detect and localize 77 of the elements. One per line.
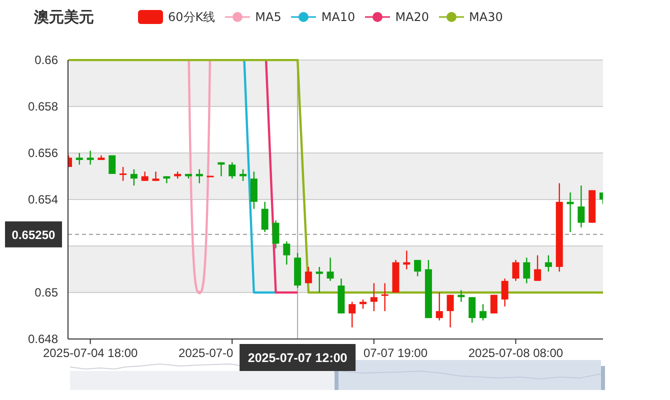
candle-body <box>392 262 400 292</box>
candle-body <box>468 297 476 318</box>
axis-label: 0.66 <box>34 53 58 67</box>
candle-body <box>588 190 596 223</box>
candle-wick <box>548 255 550 272</box>
candle-wick <box>482 304 484 320</box>
candle-wick <box>352 302 353 328</box>
zoom-handle[interactable] <box>334 371 338 390</box>
candle-body <box>512 262 520 279</box>
chart-title: 澳元美元 <box>34 8 94 26</box>
axis-label: 0.656 <box>28 146 58 160</box>
candle-body <box>544 262 552 267</box>
candle-wick <box>220 162 222 176</box>
legend-item[interactable]: 60分K线 <box>168 8 216 26</box>
candle-wick <box>286 241 288 265</box>
candle-body <box>458 294 465 298</box>
candle-wick <box>460 290 462 302</box>
candle-wick <box>122 166 124 181</box>
candle-wick <box>78 153 80 165</box>
candle-body <box>480 311 486 318</box>
candle-body <box>240 174 247 176</box>
candle-wick <box>362 299 364 309</box>
candle-wick <box>373 283 375 312</box>
candle-wick <box>580 186 582 228</box>
legend-item[interactable]: MA30 <box>469 10 503 24</box>
candle-wick <box>232 162 233 179</box>
candle-body <box>338 286 345 314</box>
candle-body <box>490 294 498 314</box>
candle-wick <box>198 169 200 184</box>
candle-body <box>283 244 290 256</box>
candle-body <box>294 258 302 286</box>
candle-wick <box>330 258 331 281</box>
candle-wick <box>570 192 571 232</box>
line-point <box>198 290 202 294</box>
candle-wick <box>384 283 386 312</box>
axis-label: 0.648 <box>28 332 58 346</box>
candle-body <box>228 164 236 176</box>
axis-label: 0.65 <box>34 286 58 300</box>
candle-wick <box>526 258 528 284</box>
candle-body <box>261 208 268 230</box>
axis-pointer-tooltip: 2025-07-07 12:00 <box>240 344 356 371</box>
candle-wick <box>406 250 408 270</box>
candle-body <box>218 162 225 165</box>
legend-item[interactable]: MA20 <box>395 10 430 24</box>
candle-body <box>403 262 410 265</box>
axis-label: 07-07 19:00 <box>363 346 428 360</box>
zoom-slider-track[interactable] <box>70 371 336 390</box>
candle-body <box>414 260 422 272</box>
candle-body <box>578 206 585 223</box>
candle-body <box>534 269 542 281</box>
axis-label: 2025-07-0 <box>178 346 234 360</box>
candle-body <box>600 192 603 200</box>
candle-body <box>566 202 574 204</box>
legend-item[interactable]: MA10 <box>321 10 356 24</box>
candle-body <box>556 202 563 267</box>
candle-body <box>424 269 432 318</box>
legend-item[interactable]: MA5 <box>255 10 282 24</box>
candle-wick <box>264 202 266 232</box>
candle-wick <box>90 150 91 165</box>
candle-wick <box>275 220 276 248</box>
candle-wick <box>133 169 135 186</box>
axis-label: 2025-07-08 08:00 <box>468 346 564 360</box>
candle-wick <box>504 278 506 306</box>
ref-line-label: 0.65250 <box>12 228 56 242</box>
candle-body <box>446 294 454 312</box>
candle-wick <box>318 266 320 292</box>
candle-body <box>108 155 116 174</box>
candle-wick <box>242 169 244 181</box>
axis-label: 0.654 <box>28 192 58 206</box>
candle-body <box>523 262 530 279</box>
candle-wick <box>253 172 255 209</box>
axis-pointer-tooltip: 0.65250 <box>5 221 62 248</box>
axis-label: 2025-07-04 18:00 <box>42 346 138 360</box>
candle-body <box>436 311 443 318</box>
candle-wick <box>438 292 440 320</box>
axis-label: 0.658 <box>28 100 58 114</box>
zoom-handle[interactable] <box>601 366 605 390</box>
